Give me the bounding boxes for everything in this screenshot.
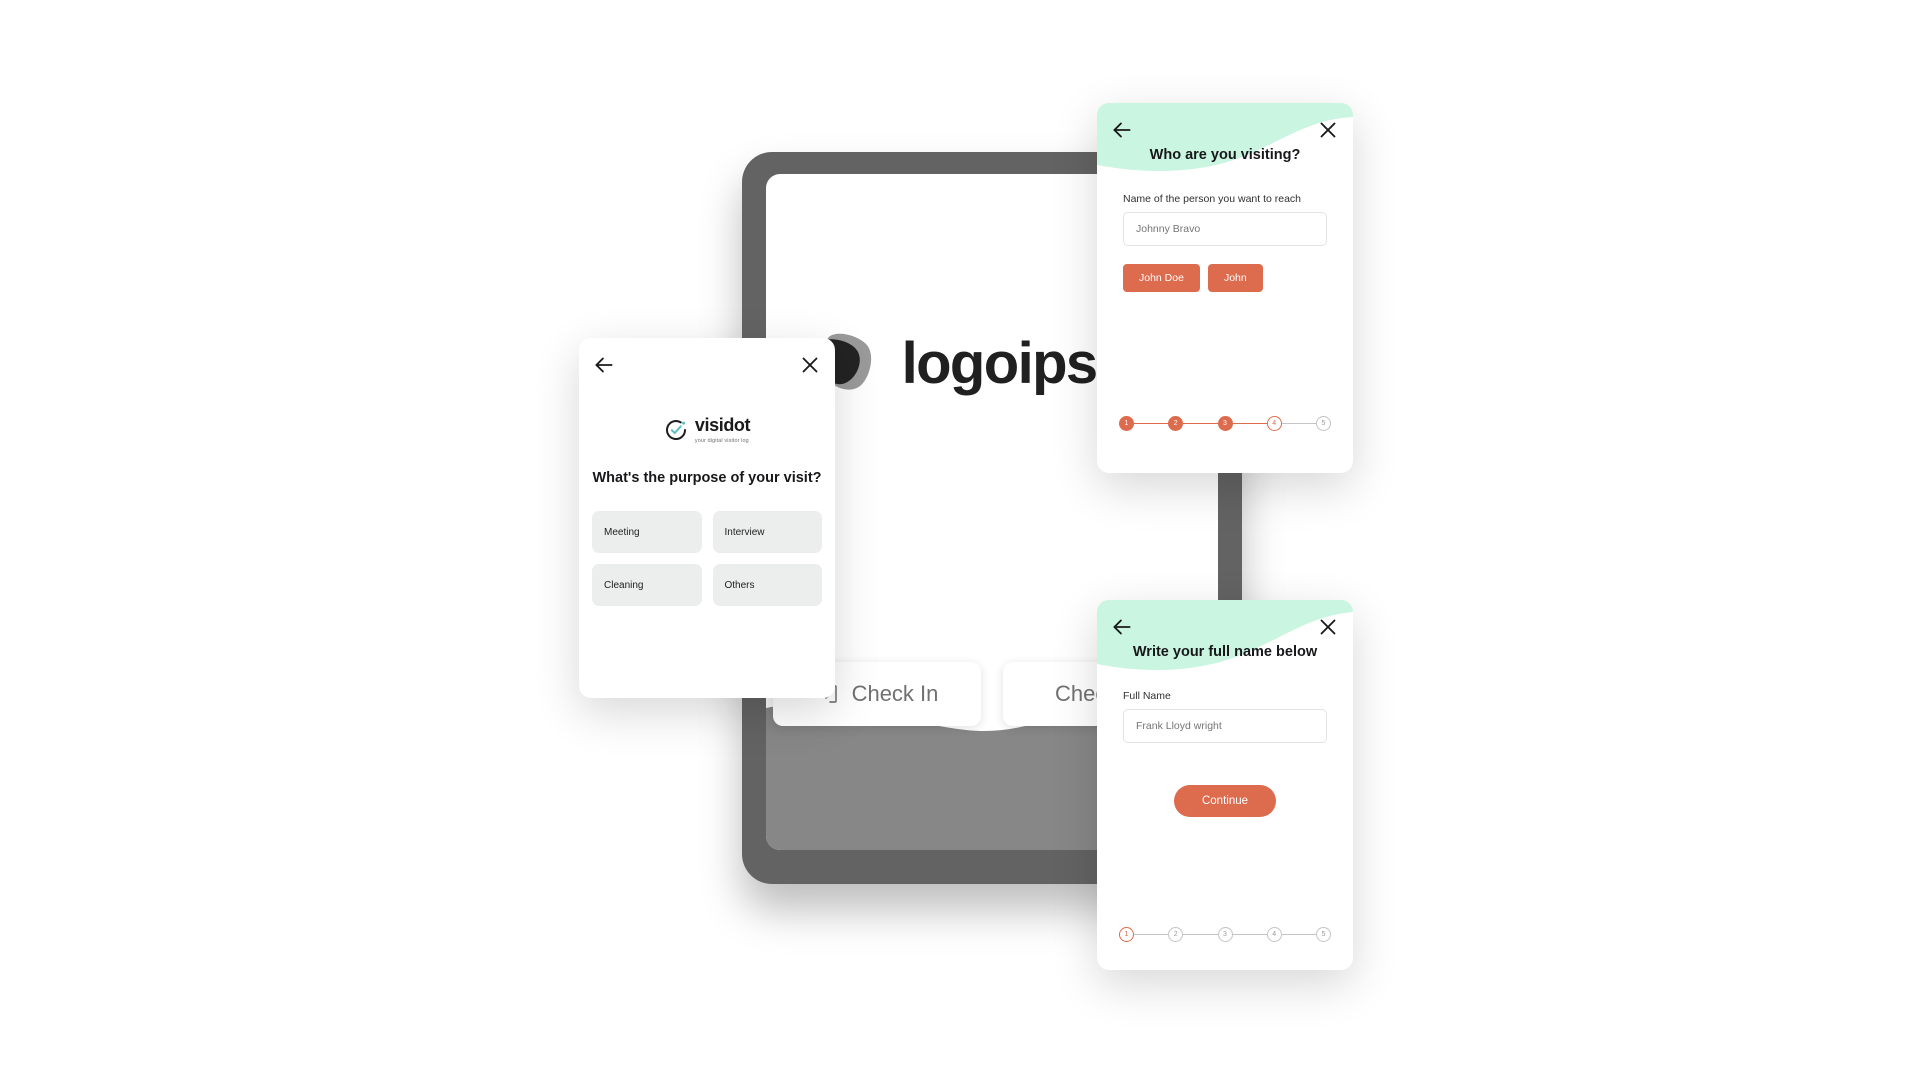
purpose-card-header	[579, 338, 835, 394]
purpose-card-title: What's the purpose of your visit?	[592, 470, 822, 486]
arrow-left-icon[interactable]	[591, 352, 617, 378]
close-icon[interactable]	[1315, 117, 1341, 143]
visiting-card-stepper: 1 2 3 4 5	[1119, 416, 1331, 431]
screenshot-canvas: logoipsum Check In Check Out	[0, 0, 1920, 1080]
step-line-3-4	[1232, 422, 1267, 425]
purpose-of-visit-card: visidot your digital visitor log What's …	[579, 338, 835, 698]
close-icon[interactable]	[797, 352, 823, 378]
step-line-1-2	[1134, 422, 1169, 425]
visitee-name-input[interactable]	[1123, 212, 1327, 246]
visiting-card-body: Name of the person you want to reach Joh…	[1097, 193, 1353, 292]
step-4[interactable]: 4	[1266, 416, 1282, 431]
name-card-body: Full Name Continue	[1097, 690, 1353, 817]
step-line-2-3	[1183, 422, 1218, 425]
full-name-input[interactable]	[1123, 709, 1327, 743]
step-2[interactable]: 2	[1168, 927, 1184, 942]
step-line-4-5	[1281, 933, 1316, 936]
step-3[interactable]: 3	[1217, 927, 1233, 942]
step-3[interactable]: 3	[1217, 416, 1233, 431]
purpose-options-grid: Meeting Interview Cleaning Others	[579, 511, 835, 606]
visidot-brand-text: visidot your digital visitor log	[694, 415, 751, 444]
step-line-3-4	[1232, 933, 1267, 936]
continue-button[interactable]: Continue	[1173, 785, 1277, 817]
suggestion-john-doe[interactable]: John Doe	[1123, 264, 1200, 292]
step-1[interactable]: 1	[1119, 416, 1134, 431]
step-2[interactable]: 2	[1168, 416, 1184, 431]
visitee-suggestions: John Doe John	[1123, 264, 1327, 292]
visidot-tagline: your digital visitor log	[694, 438, 749, 444]
full-name-card: Write your full name below Full Name Con…	[1097, 600, 1353, 970]
visidot-check-circle-icon	[664, 418, 688, 442]
step-1[interactable]: 1	[1119, 927, 1134, 942]
purpose-option-others[interactable]: Others	[712, 564, 822, 606]
name-card-title: Write your full name below	[1132, 644, 1318, 660]
visidot-logo: visidot your digital visitor log	[579, 416, 835, 444]
visiting-card-title: Who are you visiting?	[1149, 147, 1301, 163]
purpose-option-cleaning[interactable]: Cleaning	[592, 564, 702, 606]
step-line-1-2	[1134, 933, 1169, 936]
step-5[interactable]: 5	[1316, 416, 1331, 431]
suggestion-john[interactable]: John	[1207, 264, 1263, 292]
arrow-left-icon[interactable]	[1109, 614, 1135, 640]
purpose-option-interview[interactable]: Interview	[712, 511, 822, 553]
purpose-option-meeting[interactable]: Meeting	[592, 511, 702, 553]
visidot-wordmark: visidot	[694, 415, 751, 435]
step-4[interactable]: 4	[1266, 927, 1282, 942]
name-card-stepper: 1 2 3 4 5	[1119, 927, 1331, 942]
close-icon[interactable]	[1315, 614, 1341, 640]
step-line-2-3	[1183, 933, 1218, 936]
step-5[interactable]: 5	[1316, 927, 1331, 942]
visitee-name-label: Name of the person you want to reach	[1123, 193, 1302, 205]
step-line-4-5	[1281, 422, 1316, 425]
check-in-label: Check In	[851, 681, 939, 706]
full-name-label: Full Name	[1123, 690, 1171, 702]
arrow-left-icon[interactable]	[1109, 117, 1135, 143]
who-are-you-visiting-card: Who are you visiting? Name of the person…	[1097, 103, 1353, 473]
